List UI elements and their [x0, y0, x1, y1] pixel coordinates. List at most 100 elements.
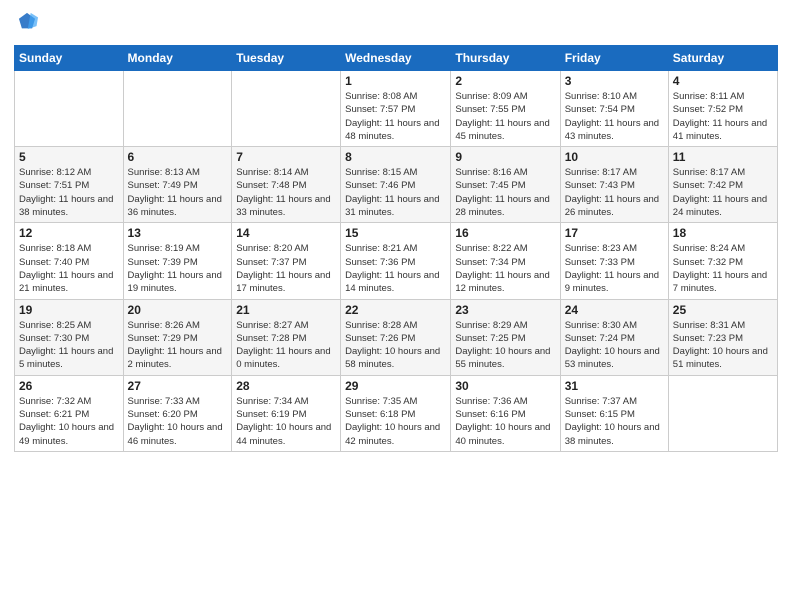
- day-number: 17: [565, 226, 664, 240]
- calendar-cell: 8 Sunrise: 8:15 AM Sunset: 7:46 PM Daylig…: [341, 147, 451, 223]
- day-number: 13: [128, 226, 228, 240]
- calendar-cell: 6Sunrise: 8:13 AM Sunset: 7:49 PM Daylig…: [123, 147, 232, 223]
- calendar-cell: 25 Sunrise: 8:31 AM Sunset: 7:23 PM Dayli…: [668, 299, 777, 375]
- calendar-cell: 16Sunrise: 8:22 AM Sunset: 7:34 PM Dayli…: [451, 223, 560, 299]
- day-info: Sunrise: 8:11 AM Sunset: 7:52 PM Dayligh…: [673, 90, 773, 143]
- day-number: 18: [673, 226, 773, 240]
- day-number: 7: [236, 150, 336, 164]
- day-info: Sunrise: 7:34 AM Sunset: 6:19 PM Dayligh…: [236, 395, 336, 448]
- calendar-cell: [232, 71, 341, 147]
- day-info: Sunrise: 7:32 AM Sunset: 6:21 PM Dayligh…: [19, 395, 119, 448]
- calendar-cell: 2 Sunrise: 8:09 AM Sunset: 7:55 PM Daylig…: [451, 71, 560, 147]
- day-info: Sunrise: 8:14 AM Sunset: 7:48 PM Dayligh…: [236, 166, 336, 219]
- calendar-cell: 26 Sunrise: 7:32 AM Sunset: 6:21 PM Dayli…: [15, 375, 124, 451]
- day-number: 16: [455, 226, 555, 240]
- day-number: 24: [565, 303, 664, 317]
- calendar-cell: 31 Sunrise: 7:37 AM Sunset: 6:15 PM Dayli…: [560, 375, 668, 451]
- logo-icon: [16, 10, 38, 32]
- day-number: 10: [565, 150, 664, 164]
- day-info: Sunrise: 8:19 AM Sunset: 7:39 PM Dayligh…: [128, 242, 228, 295]
- day-info: Sunrise: 8:16 AM Sunset: 7:45 PM Dayligh…: [455, 166, 555, 219]
- day-info: Sunrise: 8:17 AM Sunset: 7:43 PM Dayligh…: [565, 166, 664, 219]
- day-header-monday: Monday: [123, 46, 232, 71]
- calendar-cell: 30 Sunrise: 7:36 AM Sunset: 6:16 PM Dayli…: [451, 375, 560, 451]
- day-number: 22: [345, 303, 446, 317]
- day-number: 26: [19, 379, 119, 393]
- day-number: 28: [236, 379, 336, 393]
- day-info: Sunrise: 8:17 AM Sunset: 7:42 PM Dayligh…: [673, 166, 773, 219]
- day-info: Sunrise: 8:10 AM Sunset: 7:54 PM Dayligh…: [565, 90, 664, 143]
- day-number: 11: [673, 150, 773, 164]
- calendar-cell: 22Sunrise: 8:28 AM Sunset: 7:26 PM Dayli…: [341, 299, 451, 375]
- week-row-2: 5Sunrise: 8:12 AM Sunset: 7:51 PM Daylig…: [15, 147, 778, 223]
- day-info: Sunrise: 8:29 AM Sunset: 7:25 PM Dayligh…: [455, 319, 555, 372]
- day-info: Sunrise: 8:26 AM Sunset: 7:29 PM Dayligh…: [128, 319, 228, 372]
- calendar-cell: 21Sunrise: 8:27 AM Sunset: 7:28 PM Dayli…: [232, 299, 341, 375]
- header: [14, 10, 778, 37]
- calendar-table: SundayMondayTuesdayWednesdayThursdayFrid…: [14, 45, 778, 452]
- day-info: Sunrise: 8:25 AM Sunset: 7:30 PM Dayligh…: [19, 319, 119, 372]
- calendar-cell: 10 Sunrise: 8:17 AM Sunset: 7:43 PM Dayli…: [560, 147, 668, 223]
- day-info: Sunrise: 8:08 AM Sunset: 7:57 PM Dayligh…: [345, 90, 446, 143]
- day-number: 3: [565, 74, 664, 88]
- page: SundayMondayTuesdayWednesdayThursdayFrid…: [0, 0, 792, 612]
- day-number: 5: [19, 150, 119, 164]
- day-info: Sunrise: 8:20 AM Sunset: 7:37 PM Dayligh…: [236, 242, 336, 295]
- week-row-3: 12 Sunrise: 8:18 AM Sunset: 7:40 PM Dayli…: [15, 223, 778, 299]
- day-header-wednesday: Wednesday: [341, 46, 451, 71]
- day-number: 12: [19, 226, 119, 240]
- day-number: 2: [455, 74, 555, 88]
- day-number: 14: [236, 226, 336, 240]
- calendar-cell: 27 Sunrise: 7:33 AM Sunset: 6:20 PM Dayli…: [123, 375, 232, 451]
- day-info: Sunrise: 8:21 AM Sunset: 7:36 PM Dayligh…: [345, 242, 446, 295]
- calendar-cell: 12 Sunrise: 8:18 AM Sunset: 7:40 PM Dayli…: [15, 223, 124, 299]
- day-number: 27: [128, 379, 228, 393]
- day-info: Sunrise: 8:18 AM Sunset: 7:40 PM Dayligh…: [19, 242, 119, 295]
- calendar-cell: [668, 375, 777, 451]
- day-header-friday: Friday: [560, 46, 668, 71]
- logo: [14, 10, 38, 37]
- day-info: Sunrise: 8:23 AM Sunset: 7:33 PM Dayligh…: [565, 242, 664, 295]
- day-number: 29: [345, 379, 446, 393]
- day-number: 19: [19, 303, 119, 317]
- calendar-cell: [15, 71, 124, 147]
- day-info: Sunrise: 7:37 AM Sunset: 6:15 PM Dayligh…: [565, 395, 664, 448]
- calendar-cell: 1 Sunrise: 8:08 AM Sunset: 7:57 PM Daylig…: [341, 71, 451, 147]
- calendar-cell: 24Sunrise: 8:30 AM Sunset: 7:24 PM Dayli…: [560, 299, 668, 375]
- calendar-cell: 11 Sunrise: 8:17 AM Sunset: 7:42 PM Dayli…: [668, 147, 777, 223]
- day-header-thursday: Thursday: [451, 46, 560, 71]
- calendar-cell: 29 Sunrise: 7:35 AM Sunset: 6:18 PM Dayli…: [341, 375, 451, 451]
- calendar-cell: 20Sunrise: 8:26 AM Sunset: 7:29 PM Dayli…: [123, 299, 232, 375]
- day-info: Sunrise: 8:09 AM Sunset: 7:55 PM Dayligh…: [455, 90, 555, 143]
- day-number: 30: [455, 379, 555, 393]
- day-info: Sunrise: 8:27 AM Sunset: 7:28 PM Dayligh…: [236, 319, 336, 372]
- calendar-cell: 19 Sunrise: 8:25 AM Sunset: 7:30 PM Dayli…: [15, 299, 124, 375]
- week-row-1: 1 Sunrise: 8:08 AM Sunset: 7:57 PM Daylig…: [15, 71, 778, 147]
- calendar-cell: 15Sunrise: 8:21 AM Sunset: 7:36 PM Dayli…: [341, 223, 451, 299]
- day-number: 6: [128, 150, 228, 164]
- calendar-cell: 3 Sunrise: 8:10 AM Sunset: 7:54 PM Daylig…: [560, 71, 668, 147]
- days-header-row: SundayMondayTuesdayWednesdayThursdayFrid…: [15, 46, 778, 71]
- day-header-saturday: Saturday: [668, 46, 777, 71]
- day-number: 31: [565, 379, 664, 393]
- calendar-cell: 9 Sunrise: 8:16 AM Sunset: 7:45 PM Daylig…: [451, 147, 560, 223]
- day-info: Sunrise: 7:33 AM Sunset: 6:20 PM Dayligh…: [128, 395, 228, 448]
- calendar-cell: 23 Sunrise: 8:29 AM Sunset: 7:25 PM Dayli…: [451, 299, 560, 375]
- day-number: 9: [455, 150, 555, 164]
- calendar-cell: 4 Sunrise: 8:11 AM Sunset: 7:52 PM Daylig…: [668, 71, 777, 147]
- calendar-cell: 5Sunrise: 8:12 AM Sunset: 7:51 PM Daylig…: [15, 147, 124, 223]
- calendar-cell: [123, 71, 232, 147]
- day-number: 4: [673, 74, 773, 88]
- week-row-4: 19 Sunrise: 8:25 AM Sunset: 7:30 PM Dayli…: [15, 299, 778, 375]
- calendar-cell: 7 Sunrise: 8:14 AM Sunset: 7:48 PM Daylig…: [232, 147, 341, 223]
- day-number: 8: [345, 150, 446, 164]
- day-number: 23: [455, 303, 555, 317]
- day-info: Sunrise: 8:15 AM Sunset: 7:46 PM Dayligh…: [345, 166, 446, 219]
- day-info: Sunrise: 7:35 AM Sunset: 6:18 PM Dayligh…: [345, 395, 446, 448]
- day-info: Sunrise: 7:36 AM Sunset: 6:16 PM Dayligh…: [455, 395, 555, 448]
- day-number: 25: [673, 303, 773, 317]
- week-row-5: 26 Sunrise: 7:32 AM Sunset: 6:21 PM Dayli…: [15, 375, 778, 451]
- day-header-tuesday: Tuesday: [232, 46, 341, 71]
- day-number: 1: [345, 74, 446, 88]
- day-info: Sunrise: 8:31 AM Sunset: 7:23 PM Dayligh…: [673, 319, 773, 372]
